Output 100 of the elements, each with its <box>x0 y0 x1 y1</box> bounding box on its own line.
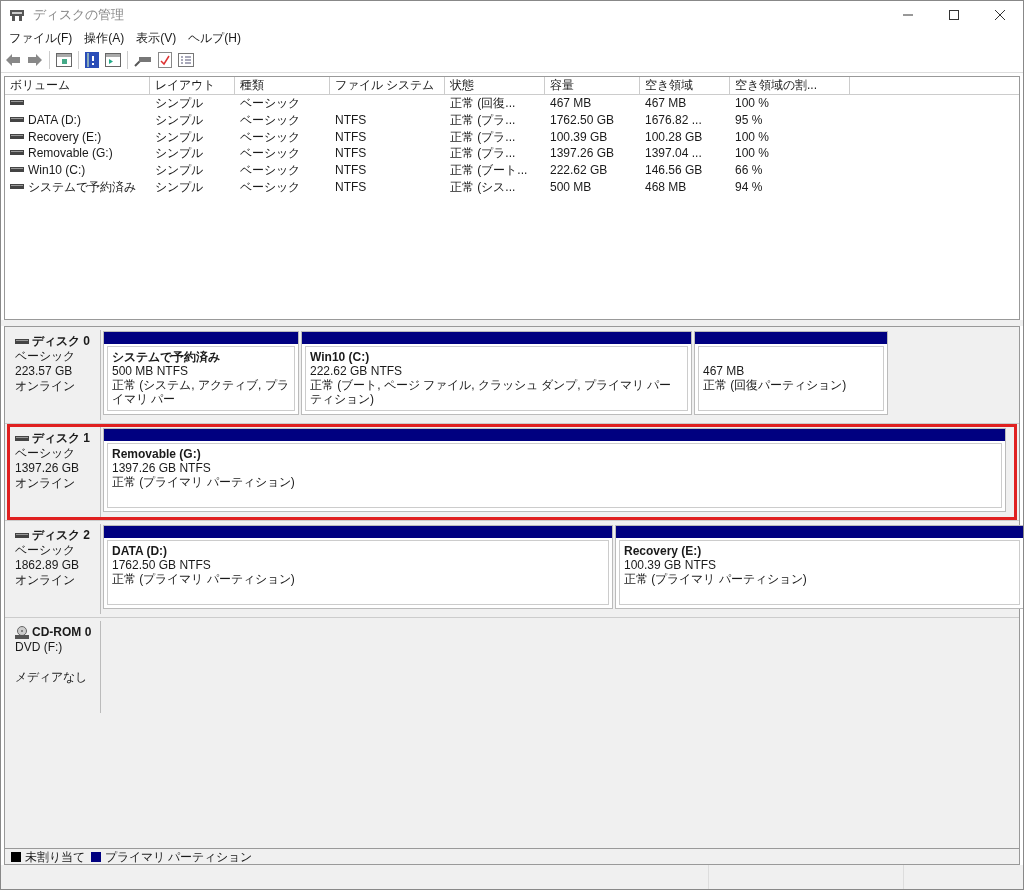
table-cell-text: 1676.82 ... <box>645 112 702 130</box>
menu-item[interactable]: 操作(A) <box>80 29 129 47</box>
menu-item[interactable]: ヘルプ(H) <box>184 29 245 47</box>
table-cell-text: 正常 (プラ... <box>450 112 516 130</box>
table-cell-text: 94 % <box>735 178 763 196</box>
partition-name: Recovery (E:) <box>624 544 702 558</box>
table-cell-text: ベーシック <box>240 145 300 163</box>
disk-status: オンライン <box>15 573 76 588</box>
cd-drive-icon <box>15 625 29 640</box>
table-cell-text: 95 % <box>735 112 763 130</box>
disk-name: ディスク 2 <box>32 528 90 543</box>
window-title: ディスクの管理 <box>33 6 124 25</box>
table-cell-text: 正常 (プラ... <box>450 145 516 163</box>
table-cell-text: シンプル <box>155 162 203 180</box>
table-cell-text: シンプル <box>155 95 203 113</box>
table-cell-text: 222.62 GB <box>550 162 608 180</box>
column-header[interactable]: ボリューム <box>5 77 150 94</box>
legend-label: プライマリ パーティション <box>105 848 253 866</box>
table-cell-text: シンプル <box>155 128 203 146</box>
maximize-icon <box>949 10 959 20</box>
legend-label: 未割り当て <box>25 848 85 866</box>
table-cell-text: シンプル <box>155 112 203 130</box>
partition-name: Win10 (C:) <box>310 350 370 364</box>
column-header[interactable]: 種類 <box>235 77 330 94</box>
column-header[interactable]: レイアウト <box>150 77 235 94</box>
partition-block[interactable]: システムで予約済み 500 MB NTFS 正常 (システム, アクティブ, プライマリ パー <box>103 331 299 415</box>
disk-size: 1862.89 GB <box>15 558 81 573</box>
properties-icon[interactable] <box>178 52 194 67</box>
table-cell-text: 正常 (回復... <box>450 95 516 113</box>
partition-size: 500 MB NTFS <box>112 364 189 378</box>
table-cell-text: NTFS <box>335 145 367 163</box>
disk-status: オンライン <box>15 379 76 394</box>
partition-size: 467 MB <box>703 364 745 378</box>
checklist-icon[interactable] <box>158 51 172 68</box>
disk-type: ベーシック <box>15 543 76 558</box>
help-book-icon[interactable] <box>85 51 99 68</box>
table-cell-text: NTFS <box>335 162 367 180</box>
disk-name: ディスク 1 <box>32 431 90 446</box>
table-cell-text: NTFS <box>335 112 367 130</box>
volume-icon <box>10 167 24 174</box>
table-cell-text: 100.28 GB <box>645 128 703 146</box>
table-cell-text: ベーシック <box>240 162 300 180</box>
column-header[interactable]: 空き領域 <box>640 77 730 94</box>
console-tree-icon[interactable] <box>56 52 72 67</box>
partition-status: 正常 (システム, アクティブ, プライマリ パー <box>112 378 290 406</box>
partition-block[interactable]: Win10 (C:) 222.62 GB NTFS 正常 (ブート, ページ ファイル, クラッシュ ダンプ, プライマリ パーティション) <box>301 331 692 415</box>
table-cell-text: DATA (D:) <box>28 112 81 130</box>
partition-name: Removable (G:) <box>112 447 201 461</box>
disk-name: CD-ROM 0 <box>32 625 92 640</box>
disk-type: ベーシック <box>15 446 76 461</box>
table-cell-text: シンプル <box>155 178 203 196</box>
close-icon <box>995 10 1005 20</box>
volume-icon <box>10 100 24 107</box>
table-cell-text: シンプル <box>155 145 203 163</box>
table-cell-text: 正常 (シス... <box>450 178 516 196</box>
table-cell-text: NTFS <box>335 178 367 196</box>
table-cell-text: 100.39 GB <box>550 128 608 146</box>
table-cell-text: 100 % <box>735 95 770 113</box>
table-cell-text: 1397.26 GB <box>550 145 615 163</box>
action-pane-icon[interactable] <box>105 52 121 67</box>
table-cell-text: 146.56 GB <box>645 162 703 180</box>
table-cell-text: ベーシック <box>240 128 300 146</box>
table-cell-text: 500 MB <box>550 178 592 196</box>
column-header[interactable]: 空き領域の割... <box>730 77 850 94</box>
table-cell-text: Recovery (E:) <box>28 128 102 146</box>
volume-icon <box>10 117 24 124</box>
partition-block[interactable]: 467 MB 正常 (回復パーティション) <box>694 331 888 415</box>
partition-status: 正常 (プライマリ パーティション) <box>112 572 295 586</box>
table-cell-text: 468 MB <box>645 178 687 196</box>
column-header[interactable]: ファイル システム <box>330 77 445 94</box>
partition-status: 正常 (回復パーティション) <box>703 378 847 392</box>
table-cell-text: 1762.50 GB <box>550 112 615 130</box>
table-cell-text: 467 MB <box>550 95 592 113</box>
forward-arrow-icon[interactable] <box>27 52 43 67</box>
table-cell-text: ベーシック <box>240 112 300 130</box>
disk-size: 223.57 GB <box>15 364 74 379</box>
partition-name: DATA (D:) <box>112 544 168 558</box>
volume-icon <box>10 150 24 157</box>
volume-icon <box>10 183 24 190</box>
table-cell-text: ベーシック <box>240 95 300 113</box>
table-cell-text: Removable (G:) <box>28 145 113 163</box>
disk-type: ベーシック <box>15 349 76 364</box>
column-header[interactable]: 容量 <box>545 77 640 94</box>
back-arrow-icon[interactable] <box>5 52 21 67</box>
table-cell-text: 正常 (プラ... <box>450 128 516 146</box>
partition-block[interactable]: DATA (D:) 1762.50 GB NTFS 正常 (プライマリ パーティション) <box>103 525 613 609</box>
partition-block[interactable]: Removable (G:) 1397.26 GB NTFS 正常 (プライマリ パーティション) <box>103 428 1006 512</box>
disk-management-icon <box>9 8 25 22</box>
menu-item[interactable]: ファイル(F) <box>5 29 77 47</box>
volume-icon <box>10 133 24 140</box>
partition-status: 正常 (ブート, ページ ファイル, クラッシュ ダンプ, プライマリ パーティション) <box>310 378 673 406</box>
partition-block[interactable]: Recovery (E:) 100.39 GB NTFS 正常 (プライマリ パーティション) <box>615 525 1023 609</box>
table-cell-text: ベーシック <box>240 178 300 196</box>
partition-size: 222.62 GB NTFS <box>310 364 403 378</box>
menu-item[interactable]: 表示(V) <box>132 29 181 47</box>
partition-status: 正常 (プライマリ パーティション) <box>624 572 807 586</box>
table-cell-text: 467 MB <box>645 95 687 113</box>
table-cell-text: 正常 (ブート... <box>450 162 528 180</box>
column-header[interactable]: 状態 <box>445 77 545 94</box>
table-cell-text: Win10 (C:) <box>28 162 86 180</box>
